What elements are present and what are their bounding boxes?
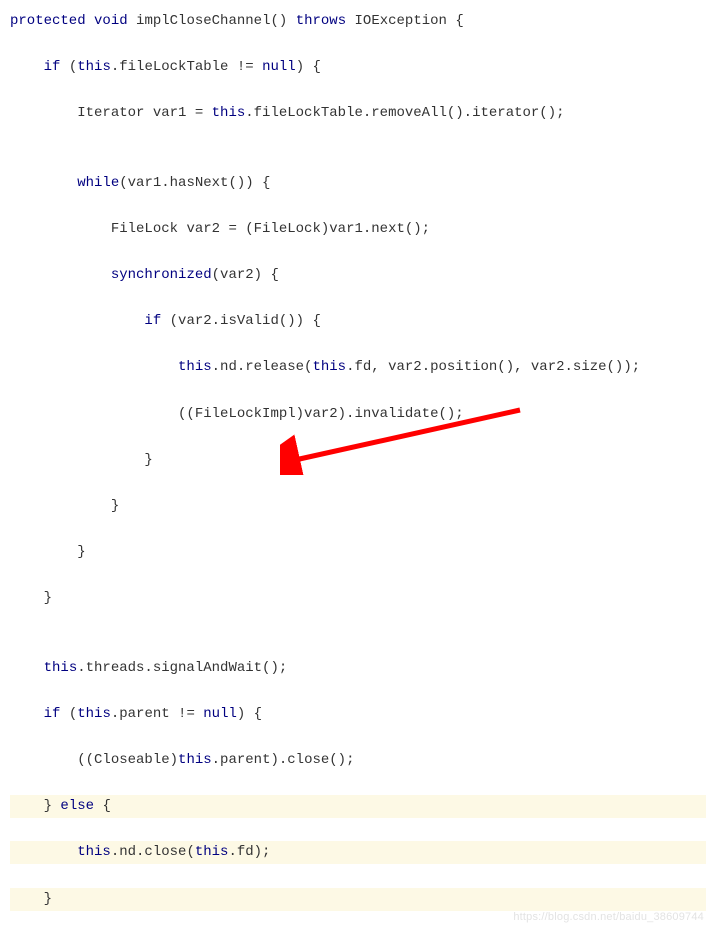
brace: } <box>111 498 119 514</box>
args: .fd, var2.position(), var2.size()); <box>346 359 640 375</box>
brace: } <box>44 590 52 606</box>
this-keyword: this <box>77 844 111 860</box>
code-line: } <box>10 541 706 564</box>
code-line: } <box>10 587 706 610</box>
code-block: protected void implCloseChannel() throws… <box>10 10 706 934</box>
code-line: if (this.fileLockTable != null) { <box>10 56 706 79</box>
keyword: throws <box>296 13 346 29</box>
paren: ( <box>69 59 77 75</box>
code-line: ((Closeable)this.parent).close(); <box>10 749 706 772</box>
keyword: while <box>77 175 119 191</box>
chain: .parent).close(); <box>212 752 355 768</box>
code-line: synchronized(var2) { <box>10 264 706 287</box>
this-keyword: this <box>312 359 346 375</box>
brace: } <box>44 891 52 907</box>
this-keyword: this <box>178 359 212 375</box>
chain: .nd.release( <box>212 359 313 375</box>
brace: } <box>144 452 152 468</box>
code-line-highlight: this.nd.close(this.fd); <box>10 841 706 864</box>
exception-type: IOException { <box>355 13 464 29</box>
this-keyword: this <box>77 706 111 722</box>
code-line: ((FileLockImpl)var2).invalidate(); <box>10 403 706 426</box>
keyword: void <box>94 13 128 29</box>
code-line: protected void implCloseChannel() throws… <box>10 10 706 33</box>
this-keyword: this <box>212 105 246 121</box>
keyword: if <box>44 706 61 722</box>
chain: .fileLockTable.removeAll().iterator(); <box>245 105 564 121</box>
code-line: } <box>10 449 706 472</box>
keyword: if <box>44 59 61 75</box>
code-line: Iterator var1 = this.fileLockTable.remov… <box>10 102 706 125</box>
this-keyword: this <box>178 752 212 768</box>
condition: .fileLockTable != <box>111 59 254 75</box>
chain: .threads.signalAndWait(); <box>77 660 287 676</box>
null-keyword: null <box>262 59 296 75</box>
keyword: synchronized <box>111 267 212 283</box>
condition: .parent != <box>111 706 195 722</box>
code-line: while(var1.hasNext()) { <box>10 172 706 195</box>
brace: } <box>44 798 52 814</box>
method-name: implCloseChannel() <box>136 13 287 29</box>
declaration: Iterator var1 = <box>77 105 211 121</box>
brace: { <box>102 798 110 814</box>
brace: } <box>77 544 85 560</box>
watermark-text: https://blog.csdn.net/baidu_38609744 <box>513 908 704 926</box>
arg: (var2) { <box>212 267 279 283</box>
code-line: FileLock var2 = (FileLock)var1.next(); <box>10 218 706 241</box>
statement: ((FileLockImpl)var2).invalidate(); <box>178 406 464 422</box>
this-keyword: this <box>195 844 229 860</box>
code-line: this.threads.signalAndWait(); <box>10 657 706 680</box>
this-keyword: this <box>77 59 111 75</box>
keyword: else <box>60 798 94 814</box>
paren: ) { <box>296 59 321 75</box>
keyword: protected <box>10 13 86 29</box>
code-line: if (this.parent != null) { <box>10 703 706 726</box>
code-line: if (var2.isValid()) { <box>10 310 706 333</box>
null-keyword: null <box>203 706 237 722</box>
code-line-highlight: } else { <box>10 795 706 818</box>
statement: FileLock var2 = (FileLock)var1.next(); <box>111 221 430 237</box>
code-line: this.nd.release(this.fd, var2.position()… <box>10 356 706 379</box>
condition: (var1.hasNext()) { <box>119 175 270 191</box>
args: .fd); <box>228 844 270 860</box>
cast: ((Closeable) <box>77 752 178 768</box>
code-line: } <box>10 495 706 518</box>
keyword: if <box>144 313 161 329</box>
paren: ( <box>69 706 77 722</box>
this-keyword: this <box>44 660 78 676</box>
paren: ) { <box>237 706 262 722</box>
condition: (var2.isValid()) { <box>170 313 321 329</box>
chain: .nd.close( <box>111 844 195 860</box>
